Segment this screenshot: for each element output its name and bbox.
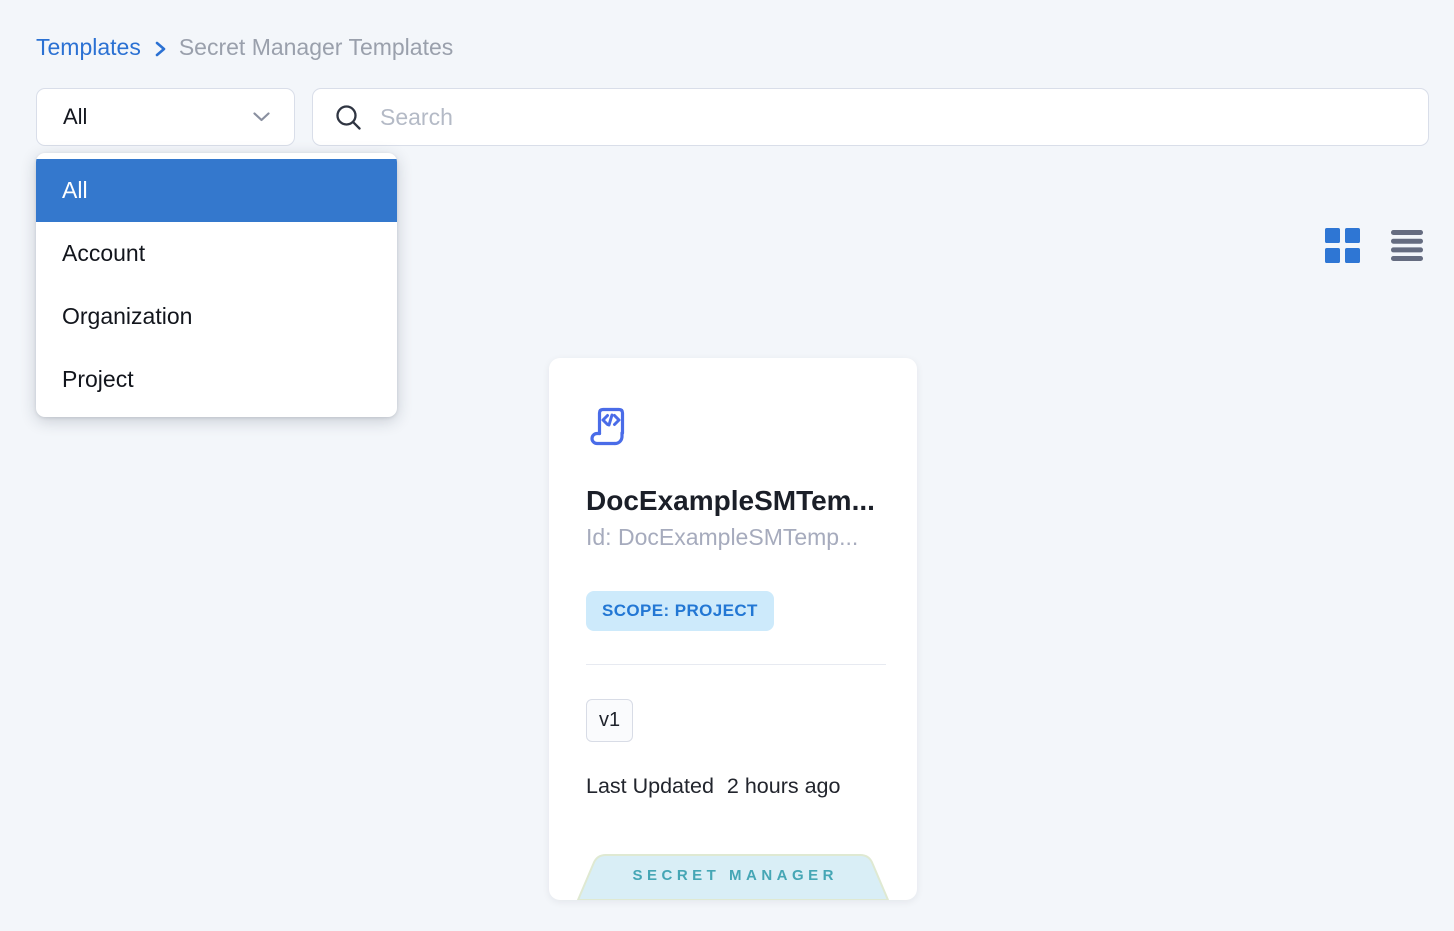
- last-updated-label: Last Updated: [586, 774, 714, 799]
- scope-filter-dropdown: All Account Organization Project: [36, 153, 397, 417]
- search-input[interactable]: [380, 104, 1408, 131]
- template-title: DocExampleSMTem...: [586, 485, 886, 517]
- chevron-down-icon: [253, 112, 270, 122]
- secret-manager-templates-page: Templates Secret Manager Templates All A…: [0, 0, 1454, 931]
- dropdown-option-organization[interactable]: Organization: [36, 285, 397, 348]
- card-divider: [586, 664, 886, 665]
- module-ribbon-label: SECRET MANAGER: [577, 867, 889, 884]
- scope-badge: SCOPE: PROJECT: [586, 591, 774, 631]
- breadcrumb-templates-link[interactable]: Templates: [36, 34, 141, 61]
- template-scroll-code-icon: [586, 400, 632, 446]
- module-ribbon: SECRET MANAGER: [577, 854, 889, 900]
- last-updated-row: Last Updated 2 hours ago: [586, 774, 886, 799]
- chevron-right-icon: [153, 39, 167, 59]
- dropdown-option-all[interactable]: All: [36, 159, 397, 222]
- dropdown-option-project[interactable]: Project: [36, 348, 397, 411]
- search-bar: [312, 88, 1429, 146]
- last-updated-value: 2 hours ago: [727, 774, 841, 799]
- template-id: Id: DocExampleSMTemp...: [586, 524, 886, 551]
- grid-view-icon[interactable]: [1325, 228, 1360, 263]
- scope-filter-select[interactable]: All: [36, 88, 295, 146]
- version-tag: v1: [586, 699, 633, 742]
- template-card-body: DocExampleSMTem... Id: DocExampleSMTemp.…: [549, 358, 917, 799]
- template-card[interactable]: DocExampleSMTem... Id: DocExampleSMTemp.…: [549, 358, 917, 900]
- scope-filter-value: All: [63, 104, 87, 130]
- list-view-icon[interactable]: [1391, 230, 1423, 261]
- breadcrumb: Templates Secret Manager Templates: [36, 34, 453, 61]
- search-icon: [335, 104, 362, 131]
- dropdown-option-account[interactable]: Account: [36, 222, 397, 285]
- breadcrumb-current: Secret Manager Templates: [179, 34, 453, 61]
